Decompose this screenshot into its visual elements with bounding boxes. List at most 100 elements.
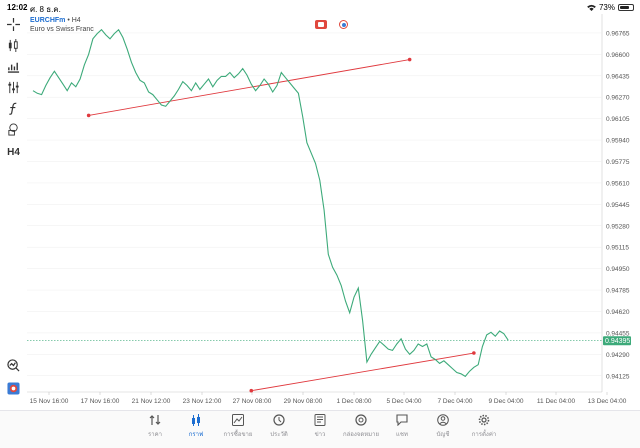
y-tick-label: 0.95115 — [606, 245, 629, 252]
candlestick-icon — [192, 414, 200, 426]
chat-icon — [396, 414, 408, 426]
symbol-description: Euro vs Swiss Franc — [30, 26, 94, 33]
y-tick-label: 0.95775 — [606, 159, 630, 166]
x-tick-label: 15 Nov 16:00 — [30, 398, 69, 405]
x-tick-label: 9 Dec 04:00 — [488, 398, 523, 405]
status-right: 73% — [587, 3, 634, 12]
price-series-line — [32, 28, 509, 378]
chart-type-tool[interactable] — [4, 37, 23, 53]
trading-tool[interactable] — [4, 380, 23, 396]
settings-sliders-tool[interactable] — [4, 79, 23, 95]
tab-quotes[interactable]: ราคา — [135, 414, 175, 439]
tab-chat[interactable]: แชท — [382, 414, 422, 439]
wifi-icon — [587, 4, 596, 11]
current-price-tag: 0.94395 — [603, 336, 631, 346]
shapes-icon — [8, 122, 18, 136]
battery-icon — [618, 4, 634, 11]
magnifier-tool[interactable] — [4, 357, 23, 373]
zoom-icon — [7, 358, 20, 371]
candlestick-icon — [8, 38, 18, 52]
tab-label: กราฟ — [188, 432, 204, 438]
x-tick-label: 1 Dec 08:00 — [336, 398, 371, 405]
x-tick-label: 7 Dec 04:00 — [437, 398, 472, 405]
chart-tool-rail: H4 — [0, 14, 27, 404]
x-tick-label: 23 Nov 12:00 — [183, 398, 222, 405]
timeframe-button[interactable]: H4 — [4, 144, 23, 160]
quotes-icon — [149, 415, 161, 425]
objects-tool[interactable] — [4, 121, 23, 137]
battery-percent: 73% — [598, 3, 615, 12]
symbol-name: EURCHFm — [30, 17, 66, 24]
news-icon — [314, 414, 326, 426]
x-tick-label: 17 Nov 16:00 — [81, 398, 120, 405]
trend-line-anchor[interactable] — [407, 57, 412, 62]
trend-line-segment[interactable] — [88, 59, 410, 116]
indicators-tool[interactable] — [4, 58, 23, 74]
function-icon — [9, 102, 17, 115]
trade-chart-icon — [232, 414, 244, 426]
y-tick-label: 0.94785 — [606, 288, 630, 295]
y-tick-label: 0.95610 — [606, 180, 630, 187]
y-tick-label: 0.96105 — [606, 116, 630, 123]
chart-canvas[interactable]: 0.96765 0.96600 0.96435 0.96270 0.96105 0.959… — [27, 14, 640, 410]
y-tick-label: 0.96270 — [606, 95, 630, 102]
tab-label: บัญชี — [436, 432, 450, 438]
tab-label: ราคา — [148, 432, 162, 438]
y-tick-label: 0.95280 — [606, 223, 630, 230]
y-tick-label: 0.95940 — [606, 138, 630, 145]
y-tick-label: 0.95445 — [606, 202, 630, 209]
tab-accounts[interactable]: บัญชี — [423, 414, 463, 439]
function-tool[interactable] — [4, 100, 23, 116]
y-tick-label: 0.94950 — [606, 266, 630, 273]
status-bar: 12:02 ศ. 8 ธ.ค. 73% — [0, 0, 640, 14]
trading-icon — [7, 381, 20, 395]
tab-mailbox[interactable]: กล่องจดหมาย — [341, 414, 381, 439]
crosshair-icon — [7, 17, 20, 31]
trend-line-2[interactable] — [249, 351, 476, 393]
x-tick-label: 5 Dec 04:00 — [386, 398, 421, 405]
current-price-value: 0.94395 — [605, 338, 630, 345]
y-tick-label: 0.96765 — [606, 30, 630, 37]
history-icon — [273, 414, 285, 426]
trend-line-1[interactable] — [86, 57, 412, 118]
symbol-separator: • — [67, 17, 70, 24]
tab-label: การซื้อขาย — [223, 432, 253, 438]
trend-line-anchor[interactable] — [249, 388, 254, 393]
x-axis-labels: 15 Nov 16:00 17 Nov 16:00 21 Nov 12:00 23 N… — [30, 398, 627, 405]
trend-lines[interactable] — [86, 57, 476, 393]
tab-history[interactable]: ประวัติ — [259, 414, 299, 439]
tab-label: การตั้งค่า — [471, 432, 497, 438]
chart-grid — [27, 14, 608, 395]
gear-icon — [478, 414, 490, 426]
tab-label: กล่องจดหมาย — [342, 432, 380, 438]
x-tick-label: 27 Nov 08:00 — [233, 398, 272, 405]
tab-label: ข่าว — [314, 432, 326, 438]
trend-line-segment[interactable] — [251, 352, 474, 392]
tab-chart[interactable]: กราฟ — [176, 414, 216, 439]
tab-settings[interactable]: การตั้งค่า — [464, 414, 504, 439]
x-tick-label: 21 Nov 12:00 — [132, 398, 171, 405]
symbol-timeframe: H4 — [71, 17, 81, 24]
x-tick-label: 11 Dec 04:00 — [537, 398, 576, 405]
trend-line-anchor[interactable] — [472, 351, 476, 355]
sliders-icon — [8, 81, 19, 93]
tab-label: ประวัติ — [270, 432, 288, 438]
tab-label: แชท — [396, 432, 408, 438]
y-tick-label: 0.94620 — [606, 309, 630, 316]
depth-of-market-button[interactable] — [339, 20, 348, 29]
price-chart[interactable]: 0.96765 0.96600 0.96435 0.96270 0.96105 0.959… — [27, 14, 640, 410]
x-tick-label: 13 Dec 04:00 — [588, 398, 627, 405]
trend-line-anchor[interactable] — [86, 113, 91, 118]
account-icon — [437, 414, 449, 426]
y-tick-label: 0.94290 — [606, 352, 630, 359]
at-icon — [355, 414, 367, 426]
x-tick-label: 29 Nov 08:00 — [284, 398, 323, 405]
tab-trade[interactable]: การซื้อขาย — [218, 414, 258, 439]
trade-panel-button[interactable] — [315, 20, 327, 29]
y-tick-label: 0.94125 — [606, 373, 630, 380]
crosshair-tool[interactable] — [4, 16, 23, 32]
indicators-icon — [7, 62, 20, 73]
tab-news[interactable]: ข่าว — [300, 414, 340, 439]
y-tick-label: 0.96600 — [606, 52, 630, 59]
bottom-tab-bar: ราคา กราฟ การซื้อขาย ประวัติ ข่าว กล่องจดหมาย… — [0, 410, 640, 448]
